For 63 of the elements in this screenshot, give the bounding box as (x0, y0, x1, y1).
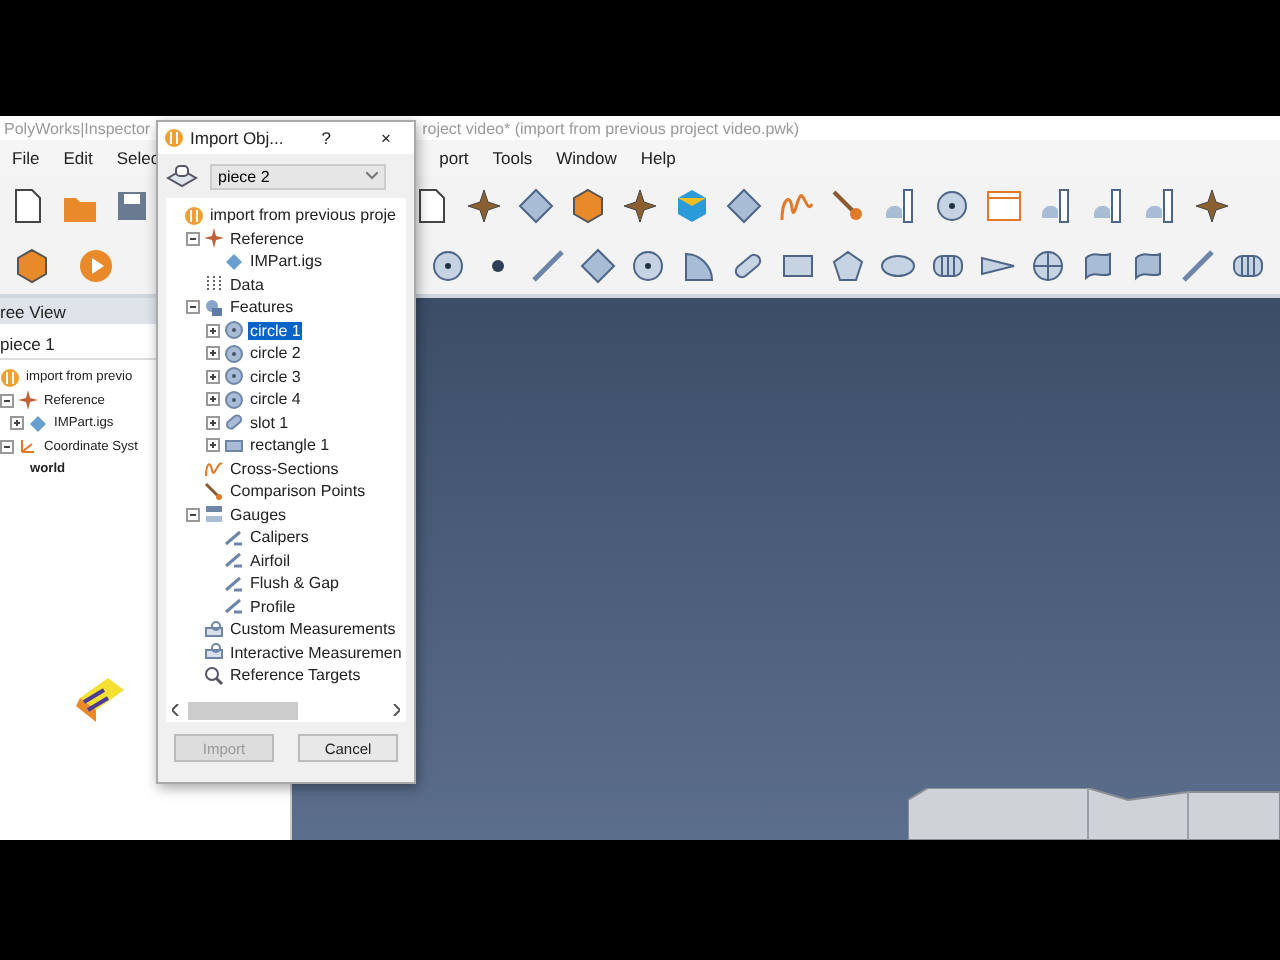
star-icon (18, 390, 38, 411)
tree-item[interactable]: Custom Measurements (228, 620, 398, 639)
help-button[interactable]: ? (321, 128, 331, 148)
menu-item[interactable]: Edit (51, 148, 105, 168)
tree-item[interactable]: IMPart.igs (248, 252, 325, 271)
circle-icon (224, 343, 244, 364)
tree-item[interactable]: slot 1 (248, 413, 291, 432)
project-icon (184, 205, 204, 226)
tree-item[interactable]: Data (228, 275, 266, 294)
menu-item[interactable]: port (427, 148, 481, 168)
tree-item[interactable]: circle 4 (248, 390, 303, 409)
project-icon (164, 128, 184, 148)
circle-icon[interactable] (932, 186, 972, 226)
tree-item[interactable]: Flush & Gap (248, 574, 341, 593)
wave-icon (204, 458, 224, 479)
window-icon[interactable] (984, 186, 1024, 226)
axes-icon (18, 436, 38, 457)
penta-icon[interactable] (828, 245, 868, 285)
tree-item[interactable]: Gauges (228, 505, 289, 524)
tree-item[interactable]: Comparison Points (228, 482, 368, 501)
chevron-icon (366, 172, 378, 180)
probe-icon[interactable] (828, 186, 868, 226)
circle-icon (224, 389, 244, 410)
tree-item[interactable]: import from previous proje (208, 206, 398, 225)
rectangle-icon (224, 435, 244, 456)
globe-icon[interactable] (1028, 245, 1068, 285)
tree-item[interactable]: Reference (228, 229, 306, 248)
tree-item[interactable]: circle 3 (248, 367, 303, 386)
circle-icon (224, 320, 244, 341)
menu-item[interactable]: Tools (480, 148, 545, 168)
tree-item[interactable]: Interactive Measuremen (228, 643, 404, 662)
data-icon (204, 274, 224, 295)
tree-item[interactable]: circle 1 (248, 321, 303, 340)
tree-item[interactable]: Airfoil (248, 551, 293, 570)
menu-item[interactable]: Help (628, 148, 688, 168)
tree-item[interactable]: Features (228, 298, 296, 317)
tree-item[interactable]: Reference Targets (228, 666, 363, 685)
probe-icon (204, 481, 224, 502)
cube-icon[interactable] (12, 245, 52, 285)
cube-icon[interactable] (568, 186, 608, 226)
piece-dropdown[interactable]: piece 2 (210, 163, 386, 189)
star-icon (204, 228, 224, 249)
menu-item[interactable]: File (0, 148, 52, 168)
tree-item[interactable]: Cross-Sections (228, 459, 341, 478)
dialog-title: Import Obj... (190, 128, 284, 148)
window-title: PolyWorks|Inspector (2, 119, 151, 137)
tree-item[interactable]: rectangle 1 (248, 436, 332, 455)
circle-icon (224, 366, 244, 387)
window-title: roject video* (import from previous project video.pwk) (420, 119, 800, 137)
circle-icon[interactable] (428, 245, 468, 285)
line-icon[interactable] (1178, 245, 1218, 285)
tree-item[interactable]: Calipers (248, 528, 311, 547)
line-icon[interactable] (528, 245, 568, 285)
menu-item[interactable]: Window (544, 148, 629, 168)
close-button[interactable]: × (381, 128, 391, 148)
play-icon[interactable] (76, 245, 116, 285)
magnifier-icon (204, 665, 224, 686)
tree-item[interactable]: Profile (248, 597, 298, 616)
scrollbar[interactable] (166, 698, 406, 722)
save-icon[interactable] (112, 186, 152, 226)
slot-icon (224, 412, 244, 433)
circle-icon[interactable] (628, 245, 668, 285)
features-icon (204, 297, 224, 318)
